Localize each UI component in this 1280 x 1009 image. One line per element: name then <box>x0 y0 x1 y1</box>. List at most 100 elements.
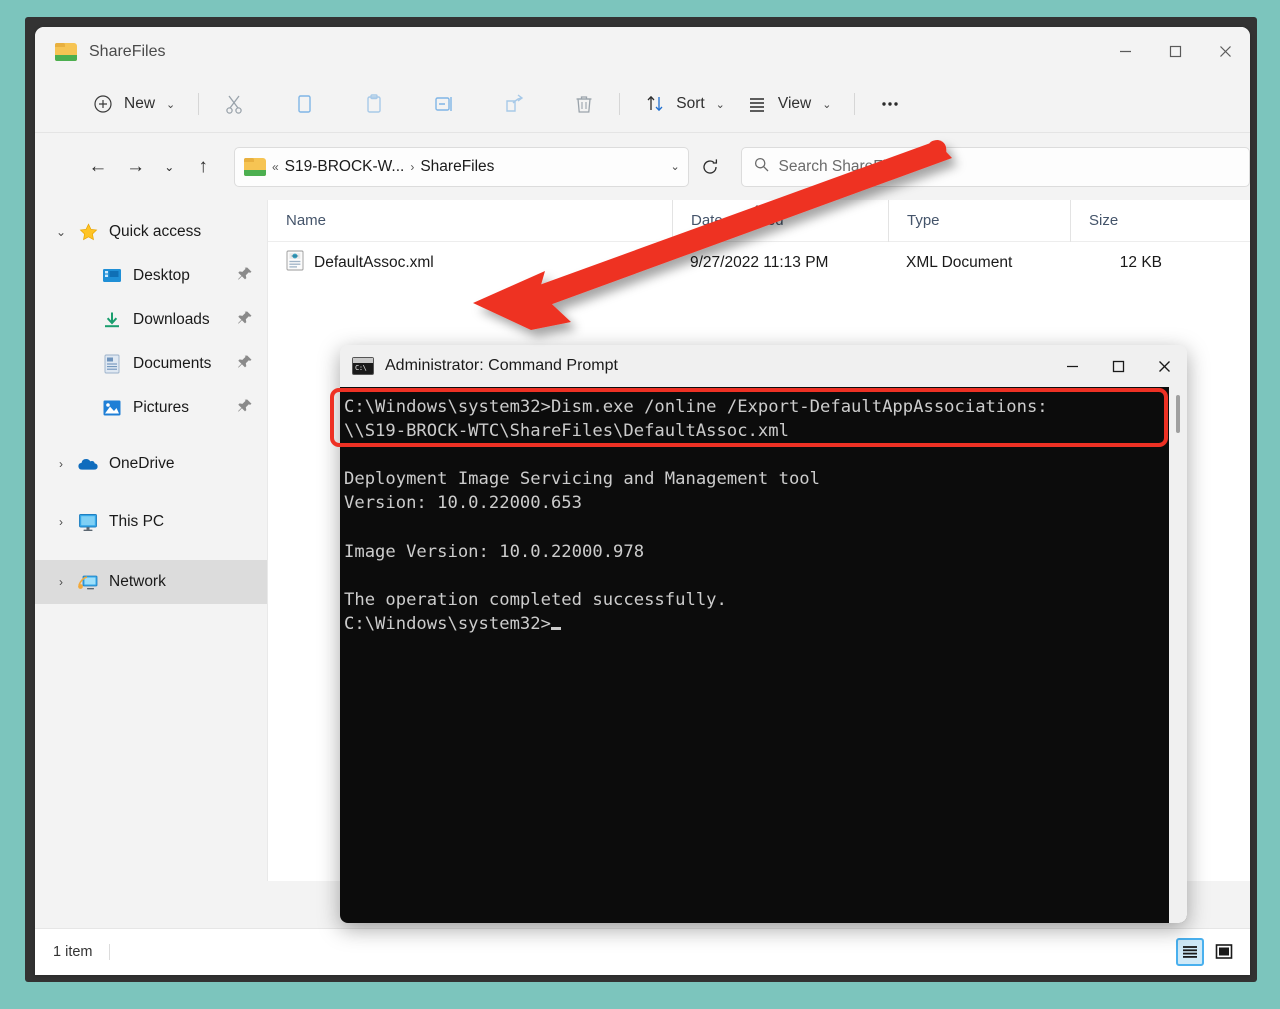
breadcrumb-item-server[interactable]: S19-BROCK-W... <box>285 158 405 176</box>
sort-button[interactable]: Sort ⌄ <box>633 86 735 122</box>
xml-file-icon <box>286 250 304 276</box>
command-bar: New ⌄ <box>35 76 1250 133</box>
share-icon <box>502 92 526 116</box>
sidebar-item-network[interactable]: › Network <box>35 560 267 604</box>
breadcrumb-separator: › <box>410 160 414 174</box>
column-header-date-modified[interactable]: Date modified <box>672 200 888 242</box>
network-icon <box>75 571 101 593</box>
search-input[interactable]: Search ShareFiles <box>741 147 1250 187</box>
rename-icon <box>432 92 456 116</box>
refresh-icon <box>701 158 719 176</box>
console-caret <box>551 627 561 630</box>
sidebar-item-downloads[interactable]: Downloads <box>35 298 267 342</box>
share-button[interactable] <box>492 86 536 122</box>
command-prompt-window: C:\ Administrator: Command Prompt C:\Win… <box>340 345 1187 923</box>
sort-icon <box>643 92 667 116</box>
sidebar-item-this-pc[interactable]: › This PC <box>35 500 267 544</box>
chevron-expand-icon[interactable]: › <box>47 515 75 529</box>
large-icons-view-button[interactable] <box>1210 938 1238 966</box>
sidebar-item-label: Quick access <box>109 223 201 241</box>
scissors-icon <box>222 92 246 116</box>
toolbar-divider-3 <box>854 93 855 115</box>
column-header-name[interactable]: Name <box>268 200 672 242</box>
sidebar-item-quick-access[interactable]: ⌄ Quick access <box>35 210 267 254</box>
close-button[interactable] <box>1200 27 1250 76</box>
see-more-button[interactable] <box>868 86 912 122</box>
minimize-button[interactable] <box>1100 27 1150 76</box>
copy-icon <box>292 92 316 116</box>
delete-button[interactable] <box>562 86 606 122</box>
cut-button[interactable] <box>212 86 256 122</box>
console-scrollbar[interactable] <box>1169 387 1187 923</box>
sidebar-item-label: OneDrive <box>109 455 174 473</box>
console-title-bar: C:\ Administrator: Command Prompt <box>340 345 1187 387</box>
pin-icon[interactable] <box>237 266 253 287</box>
table-row[interactable]: DefaultAssoc.xml 9/27/2022 11:13 PM XML … <box>268 242 1250 284</box>
navigation-bar: ← → ⌄ ↑ « S19-BROCK-W... › ShareFiles ⌄ <box>35 133 1250 200</box>
chevron-down-icon[interactable]: ⌄ <box>671 160 680 173</box>
sort-button-label: Sort <box>676 95 704 113</box>
sidebar-item-onedrive[interactable]: › OneDrive <box>35 442 267 486</box>
address-bar[interactable]: « S19-BROCK-W... › ShareFiles ⌄ <box>234 147 689 187</box>
back-button[interactable]: ← <box>79 150 117 184</box>
chevron-expand-icon[interactable]: › <box>47 457 75 471</box>
column-header-type[interactable]: Type <box>888 200 1070 242</box>
pin-icon[interactable] <box>237 310 253 331</box>
console-window-controls <box>1049 345 1187 387</box>
view-button-label: View <box>778 95 811 113</box>
chevron-expand-icon[interactable]: › <box>47 575 75 589</box>
view-list-icon <box>745 92 769 116</box>
window-title: ShareFiles <box>89 43 165 61</box>
console-scrollbar-thumb[interactable] <box>1176 395 1180 433</box>
pin-icon[interactable] <box>237 354 253 375</box>
plus-circle-icon <box>91 92 115 116</box>
file-size-cell: 12 KB <box>1070 254 1188 272</box>
rename-button[interactable] <box>422 86 466 122</box>
console-close-button[interactable] <box>1141 345 1187 387</box>
sidebar-item-label: Desktop <box>133 267 190 285</box>
sidebar-item-label: Pictures <box>133 399 189 417</box>
column-header-size[interactable]: Size <box>1070 200 1188 242</box>
console-maximize-button[interactable] <box>1095 345 1141 387</box>
large-icons-view-icon <box>1214 943 1234 961</box>
monitor-icon <box>75 511 101 533</box>
refresh-button[interactable] <box>693 150 727 184</box>
forward-button[interactable]: → <box>117 150 155 184</box>
toolbar-divider-2 <box>619 93 620 115</box>
downloads-icon <box>99 309 125 331</box>
console-minimize-button[interactable] <box>1049 345 1095 387</box>
window-controls <box>1100 27 1250 76</box>
console-body[interactable]: C:\Windows\system32>Dism.exe /online /Ex… <box>340 387 1187 923</box>
file-name-cell: DefaultAssoc.xml <box>268 250 672 276</box>
paste-icon <box>362 92 386 116</box>
sidebar-item-desktop[interactable]: Desktop <box>35 254 267 298</box>
chevron-down-icon: ⌄ <box>166 98 175 111</box>
up-button[interactable]: ↑ <box>184 150 222 184</box>
sidebar-item-label: Documents <box>133 355 211 373</box>
paste-button[interactable] <box>352 86 396 122</box>
address-folder-icon <box>244 158 266 176</box>
search-icon <box>754 157 769 177</box>
maximize-button[interactable] <box>1150 27 1200 76</box>
new-button[interactable]: New ⌄ <box>81 86 185 122</box>
console-command-line-1: C:\Windows\system32>Dism.exe /online /Ex… <box>344 397 1048 417</box>
details-view-button[interactable] <box>1176 938 1204 966</box>
cmd-icon: C:\ <box>352 357 374 375</box>
breadcrumb-item-sharefiles[interactable]: ShareFiles <box>420 158 494 176</box>
sidebar-item-pictures[interactable]: Pictures <box>35 386 267 430</box>
copy-button[interactable] <box>282 86 326 122</box>
details-view-icon <box>1181 943 1199 961</box>
pin-icon[interactable] <box>237 398 253 419</box>
status-bar: 1 item <box>35 928 1250 975</box>
view-button[interactable]: View ⌄ <box>735 86 842 122</box>
console-title: Administrator: Command Prompt <box>385 357 618 375</box>
chevron-down-icon: ⌄ <box>822 98 831 111</box>
chevron-expand-icon[interactable]: ⌄ <box>47 225 75 239</box>
console-prompt: C:\Windows\system32> <box>344 614 551 634</box>
cloud-icon <box>75 453 101 475</box>
pictures-icon <box>99 397 125 419</box>
recent-locations-button[interactable]: ⌄ <box>154 150 184 184</box>
sidebar-item-label: Network <box>109 573 166 591</box>
sidebar-item-documents[interactable]: Documents <box>35 342 267 386</box>
breadcrumb-overflow[interactable]: « <box>272 160 279 174</box>
